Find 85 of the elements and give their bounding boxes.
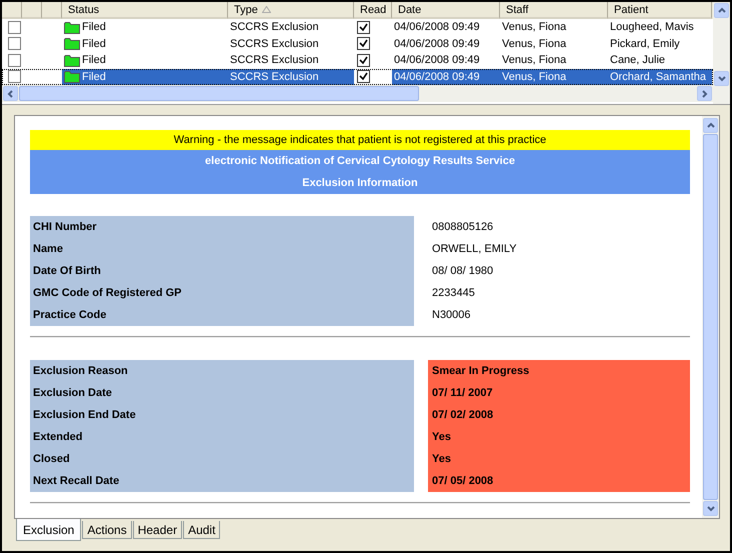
checkbox[interactable]: [8, 70, 21, 84]
field-value: 2233445: [431, 286, 476, 301]
table-row[interactable]: Filed SCCRS Exclusion 04/06/2008 09:49 Venus, Fiona Lougheed, Mavis: [2, 19, 713, 36]
caret-left-icon: [7, 90, 14, 98]
scrollbar-thumb[interactable]: [703, 134, 718, 500]
folder-icon: [64, 70, 80, 84]
horizontal-scrollbar[interactable]: [2, 85, 713, 102]
table-cell-text: Filed: [81, 70, 106, 83]
table-cell-text: 04/06/2008 09:49: [393, 21, 480, 34]
column-header[interactable]: Date: [392, 2, 500, 19]
column-header[interactable]: Staff: [500, 2, 608, 19]
table-cell-text: Venus, Fiona: [501, 38, 566, 50]
table-cell-text: Pickard, Emily: [609, 38, 680, 50]
field-label: Extended: [33, 430, 84, 445]
column-header[interactable]: Type: [228, 2, 354, 19]
folder-icon: [64, 54, 80, 67]
checkbox[interactable]: [8, 20, 21, 34]
field-value: N30006: [431, 308, 472, 323]
sort-arrow-icon: [262, 6, 271, 13]
vertical-scrollbar[interactable]: [702, 116, 719, 518]
field-value: 07/ 11/ 2007: [428, 382, 690, 404]
scroll-left-button[interactable]: [3, 86, 18, 101]
table-cell-text: Orchard, Samantha: [609, 70, 706, 83]
field-label: Exclusion Date: [33, 386, 113, 401]
table-row[interactable]: Filed SCCRS Exclusion 04/06/2008 09:49 Venus, Fiona Orchard, Samantha: [2, 68, 713, 85]
field-label: Exclusion Reason: [33, 364, 129, 379]
scroll-down-button[interactable]: [703, 501, 718, 516]
table-cell-text: SCCRS Exclusion: [229, 21, 319, 34]
field-label: Closed: [33, 452, 71, 467]
table-cell-text: SCCRS Exclusion: [229, 54, 319, 66]
checkbox[interactable]: [8, 37, 21, 50]
table-row[interactable]: Filed SCCRS Exclusion 04/06/2008 09:49 Venus, Fiona Cane, Julie: [2, 52, 713, 68]
field-label: Next Recall Date: [33, 474, 120, 489]
scroll-right-button[interactable]: [697, 86, 712, 101]
folder-icon: [64, 20, 80, 34]
report-title: electronic Notification of Cervical Cytology Results Service: [30, 150, 690, 172]
field-value: Smear In Progress: [428, 360, 690, 382]
field-value: Yes: [428, 426, 690, 448]
scroll-up-button[interactable]: [703, 118, 718, 133]
table-cell-text: Cane, Julie: [609, 54, 666, 66]
table-cell-text: Filed: [81, 54, 106, 66]
table-cell-text: Venus, Fiona: [501, 21, 566, 34]
table-cell-text: Filed: [81, 21, 106, 34]
field-label: Name: [33, 242, 64, 257]
field-label: CHI Number: [33, 220, 98, 235]
table-row[interactable]: Filed SCCRS Exclusion 04/06/2008 09:49 Venus, Fiona Pickard, Emily: [2, 36, 713, 52]
tab[interactable]: Audit: [183, 521, 220, 539]
scrollbar-thumb[interactable]: [19, 86, 419, 101]
report-subtitle: Exclusion Information: [30, 172, 690, 194]
field-value: Yes: [428, 448, 690, 470]
table-cell-text: Venus, Fiona: [501, 54, 566, 66]
field-value: 08/ 08/ 1980: [431, 264, 494, 279]
field-label: Exclusion End Date: [33, 408, 137, 423]
table-cell-text: SCCRS Exclusion: [229, 70, 319, 83]
vertical-scrollbar[interactable]: [713, 2, 730, 104]
table-cell-text: SCCRS Exclusion: [229, 38, 319, 50]
column-header[interactable]: Status: [62, 2, 228, 19]
field-value: 07/ 02/ 2008: [428, 404, 690, 426]
tab[interactable]: Header: [132, 521, 182, 539]
table-cell-text: 04/06/2008 09:49: [393, 54, 480, 66]
field-value: 07/ 05/ 2008: [428, 470, 690, 492]
table-cell-text: 04/06/2008 09:49: [393, 70, 480, 83]
table-cell-text: Filed: [81, 38, 106, 50]
scroll-down-button[interactable]: [714, 71, 729, 86]
table-cell-text: Lougheed, Mavis: [609, 21, 694, 34]
caret-up-icon: [718, 7, 726, 14]
caret-right-icon: [701, 90, 708, 98]
table-cell-text: 04/06/2008 09:49: [393, 38, 480, 50]
tab[interactable]: Exclusion: [16, 519, 82, 541]
caret-down-icon: [718, 75, 726, 82]
field-value: 0808805126: [431, 220, 494, 235]
scroll-up-button[interactable]: [714, 3, 729, 18]
column-header[interactable]: Read: [354, 2, 392, 19]
warning-banner: Warning - the message indicates that patient is not registered at this practice: [30, 130, 690, 150]
table-cell-text: Venus, Fiona: [501, 70, 566, 83]
field-label: Practice Code: [33, 308, 108, 323]
field-label: Date Of Birth: [33, 264, 102, 279]
column-header[interactable]: Patient: [608, 2, 712, 19]
field-label: GMC Code of Registered GP: [33, 286, 183, 301]
folder-icon: [64, 37, 80, 50]
tab[interactable]: Actions: [82, 521, 132, 539]
field-value: ORWELL, EMILY: [431, 242, 518, 257]
caret-down-icon: [706, 505, 714, 512]
caret-up-icon: [706, 122, 714, 129]
checkbox[interactable]: [8, 54, 21, 67]
